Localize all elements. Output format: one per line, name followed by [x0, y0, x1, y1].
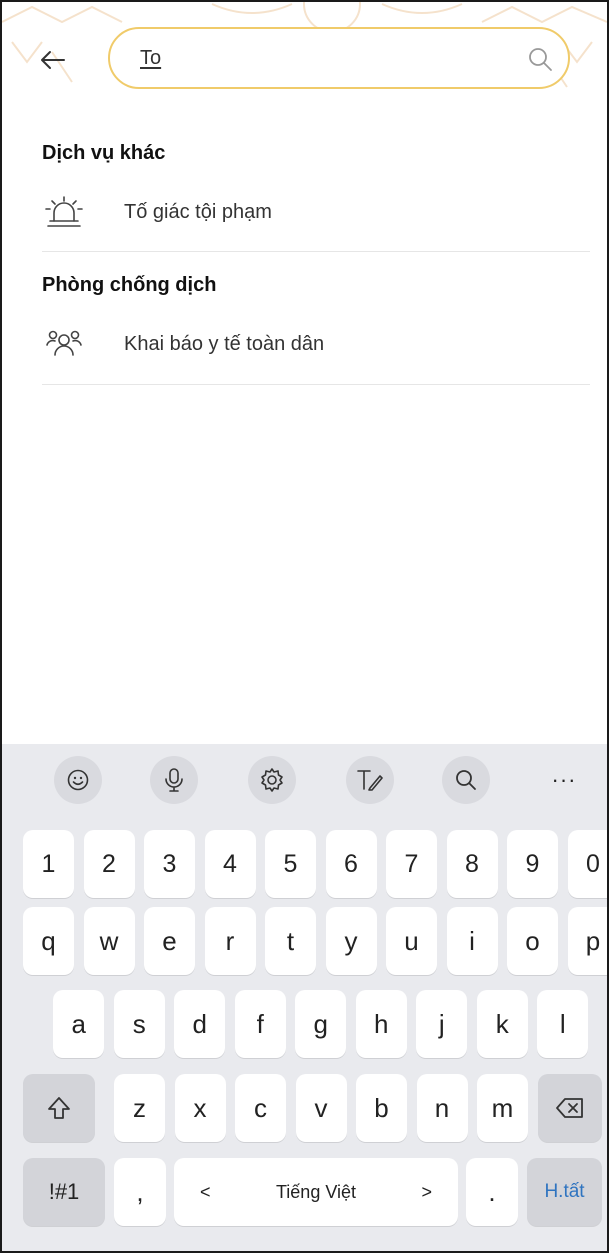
key-6[interactable]: 6 [325, 830, 377, 898]
more-icon[interactable]: ··· [540, 756, 588, 804]
emoji-icon[interactable] [54, 756, 102, 804]
key-8[interactable]: 8 [446, 830, 498, 898]
language-prev-icon: < [200, 1181, 211, 1202]
search-input[interactable]: To [108, 27, 570, 89]
period-key[interactable]: . [466, 1158, 518, 1226]
key-3[interactable]: 3 [144, 830, 195, 898]
list-item-crime-report[interactable]: Tố giác tội phạm [42, 182, 590, 242]
search-icon[interactable] [442, 756, 490, 804]
section-title-epidemic-prevention: Phòng chống dịch [42, 274, 217, 296]
key-h[interactable]: h [355, 990, 407, 1058]
key-o[interactable]: o [507, 907, 558, 975]
key-z[interactable]: z [114, 1074, 165, 1142]
list-item-label: Khai báo y tế toàn dân [124, 332, 325, 355]
arrow-left-icon [41, 51, 65, 69]
microphone-icon[interactable] [150, 756, 198, 804]
key-y[interactable]: y [325, 907, 377, 975]
keyboard-toolbar: ··· [2, 744, 607, 816]
on-screen-keyboard: ··· 1234567890 qwertyuiop asdfghjkl zxcvbnm… [2, 744, 607, 1251]
shift-key[interactable] [23, 1074, 95, 1142]
space-bar[interactable]: < Tiếng Việt > [174, 1158, 458, 1226]
space-bar-label: Tiếng Việt [275, 1181, 357, 1202]
backspace-icon [556, 1098, 583, 1118]
key-m[interactable]: m [477, 1074, 528, 1142]
key-1[interactable]: 1 [23, 830, 74, 898]
list-item-health-declaration[interactable]: Khai báo y tế toàn dân [42, 314, 590, 374]
divider [42, 384, 590, 385]
key-i[interactable]: i [446, 907, 498, 975]
key-2[interactable]: 2 [83, 830, 135, 898]
key-f[interactable]: f [234, 990, 286, 1058]
settings-icon[interactable] [248, 756, 296, 804]
key-u[interactable]: u [386, 907, 437, 975]
key-n[interactable]: n [416, 1074, 468, 1142]
key-q[interactable]: q [23, 907, 74, 975]
symbols-key[interactable]: !#1 [23, 1158, 105, 1226]
alarm-siren-icon [42, 194, 86, 230]
key-c[interactable]: c [235, 1074, 286, 1142]
key-s[interactable]: s [113, 990, 165, 1058]
back-button[interactable] [32, 40, 72, 80]
key-5[interactable]: 5 [265, 830, 316, 898]
comma-key[interactable]: , [114, 1158, 166, 1226]
key-g[interactable]: g [295, 990, 347, 1058]
key-t[interactable]: t [265, 907, 316, 975]
key-e[interactable]: e [144, 907, 195, 975]
key-w[interactable]: w [83, 907, 135, 975]
search-header: To [2, 2, 607, 112]
key-v[interactable]: v [295, 1074, 347, 1142]
key-x[interactable]: x [174, 1074, 226, 1142]
backspace-key[interactable] [538, 1074, 602, 1142]
key-7[interactable]: 7 [386, 830, 437, 898]
key-a[interactable]: a [53, 990, 105, 1058]
search-icon[interactable] [526, 45, 554, 73]
section-title-other-services: Dịch vụ khác [42, 142, 166, 164]
handwriting-icon[interactable] [346, 756, 394, 804]
key-r[interactable]: r [204, 907, 256, 975]
key-9[interactable]: 9 [507, 830, 558, 898]
key-4[interactable]: 4 [204, 830, 256, 898]
shift-icon [48, 1097, 70, 1119]
key-p[interactable]: p [567, 907, 607, 975]
list-item-label: Tố giác tội phạm [124, 200, 272, 223]
app-screen: To Dịch vụ khác Tố giác tội phạm Phòng c… [0, 0, 609, 1253]
people-group-icon [42, 326, 86, 362]
key-l[interactable]: l [537, 990, 589, 1058]
key-0[interactable]: 0 [567, 830, 607, 898]
language-next-icon: > [421, 1181, 432, 1202]
search-input-text[interactable]: To [140, 47, 161, 70]
divider [42, 251, 590, 252]
key-b[interactable]: b [356, 1074, 407, 1142]
key-k[interactable]: k [476, 990, 528, 1058]
key-d[interactable]: d [174, 990, 226, 1058]
key-j[interactable]: j [416, 990, 468, 1058]
done-key[interactable]: H.tất [527, 1158, 602, 1226]
